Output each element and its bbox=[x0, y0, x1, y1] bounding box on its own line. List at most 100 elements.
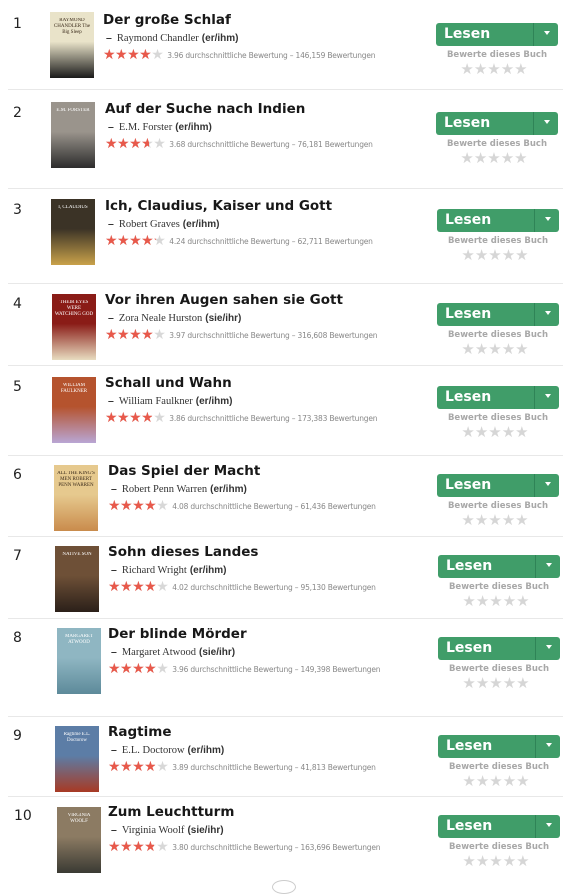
want-to-read-label: Lesen bbox=[444, 26, 491, 42]
rating-summary: 3.96 durchschnittliche Bewertung – 149,3… bbox=[172, 664, 381, 674]
rate-stars[interactable]: ★★★★★ bbox=[433, 151, 555, 166]
author-name-link[interactable]: Robert Graves bbox=[119, 219, 180, 230]
book-cover[interactable]: Ragtime E.L. Doctorow bbox=[55, 726, 99, 792]
book-rank: 1 bbox=[13, 16, 22, 32]
book-cover[interactable]: RAYMOND CHANDLER The Big Sleep bbox=[50, 12, 94, 78]
author-name-link[interactable]: William Faulkner bbox=[119, 396, 193, 407]
author-dash: – bbox=[108, 312, 114, 324]
caret-down-icon[interactable] bbox=[545, 482, 551, 486]
book-rating: ★★★★★★★★★★3.86 durchschnittliche Bewertu… bbox=[105, 411, 377, 425]
want-to-read-label: Lesen bbox=[445, 477, 492, 493]
want-to-read-button[interactable]: Lesen bbox=[438, 637, 560, 660]
rate-stars[interactable]: ★★★★★ bbox=[434, 425, 556, 440]
star-icon-row-filled: ★★★★★ bbox=[105, 328, 153, 342]
book-cover[interactable]: E.M. FORSTER bbox=[51, 102, 95, 168]
caret-down-icon[interactable] bbox=[545, 394, 551, 398]
caret-down-icon[interactable] bbox=[546, 743, 552, 747]
book-title-link[interactable]: Ich, Claudius, Kaiser und Gott bbox=[105, 198, 332, 214]
want-to-read-label: Lesen bbox=[446, 818, 493, 834]
rate-this-book-label: Bewerte dieses Buch bbox=[448, 762, 550, 772]
book-rating: ★★★★★★★★★★3.89 durchschnittliche Bewertu… bbox=[108, 760, 376, 774]
book-row: 10 VIRGINIA WOOLF Zum Leuchtturm – Virginia … bbox=[0, 802, 571, 882]
caret-down-icon[interactable] bbox=[546, 645, 552, 649]
book-cover[interactable]: WILLIAM FAULKNER bbox=[52, 377, 96, 443]
button-divider bbox=[534, 209, 535, 232]
want-to-read-button[interactable]: Lesen bbox=[438, 555, 560, 578]
author-name-link[interactable]: E.M. Forster bbox=[119, 122, 172, 133]
button-divider bbox=[535, 637, 536, 660]
row-divider bbox=[8, 716, 563, 717]
book-author-line: – E.M. Forster (er/ihm) bbox=[108, 121, 212, 133]
want-to-read-button[interactable]: Lesen bbox=[436, 23, 558, 46]
author-name-link[interactable]: Robert Penn Warren bbox=[122, 484, 207, 495]
author-name-link[interactable]: Virginia Woolf bbox=[122, 825, 185, 836]
book-cover-text: THEIR EYES WERE WATCHING GOD bbox=[54, 300, 94, 317]
button-divider bbox=[534, 386, 535, 409]
author-dash: – bbox=[108, 218, 114, 230]
author-name-link[interactable]: Zora Neale Hurston bbox=[119, 313, 202, 324]
book-rank: 10 bbox=[14, 808, 32, 824]
rate-this-book-label: Bewerte dieses Buch bbox=[447, 330, 549, 340]
rating-summary: 3.96 durchschnittliche Bewertung – 146,1… bbox=[167, 50, 376, 60]
book-title-link[interactable]: Der blinde Mörder bbox=[108, 626, 247, 642]
author-name-link[interactable]: Raymond Chandler bbox=[117, 33, 199, 44]
want-to-read-button[interactable]: Lesen bbox=[436, 112, 558, 135]
rate-stars[interactable]: ★★★★★ bbox=[434, 342, 556, 357]
rate-stars[interactable]: ★★★★★ bbox=[435, 676, 557, 691]
want-to-read-button[interactable]: Lesen bbox=[437, 303, 559, 326]
star-icon-row-filled: ★★★★★ bbox=[105, 137, 150, 151]
avg-rating-stars: ★★★★★★★★★★ bbox=[108, 760, 169, 774]
author-dash: – bbox=[111, 646, 117, 658]
rate-this-book-label: Bewerte dieses Buch bbox=[447, 501, 549, 511]
book-title-link[interactable]: Sohn dieses Landes bbox=[108, 544, 258, 560]
book-cover[interactable]: MARGARET ATWOOD bbox=[57, 628, 101, 694]
want-to-read-button[interactable]: Lesen bbox=[437, 209, 559, 232]
author-name-link[interactable]: Margaret Atwood bbox=[122, 647, 196, 658]
row-divider bbox=[8, 796, 563, 797]
rate-stars[interactable]: ★★★★★ bbox=[434, 513, 556, 528]
rate-stars[interactable]: ★★★★★ bbox=[434, 248, 556, 263]
book-title-link[interactable]: Auf der Suche nach Indien bbox=[105, 101, 305, 117]
book-cover-text: Ragtime E.L. Doctorow bbox=[63, 732, 91, 743]
rate-stars[interactable]: ★★★★★ bbox=[433, 62, 555, 77]
want-to-read-button[interactable]: Lesen bbox=[437, 386, 559, 409]
rate-stars[interactable]: ★★★★★ bbox=[435, 594, 557, 609]
book-rating: ★★★★★★★★★★3.97 durchschnittliche Bewertu… bbox=[105, 328, 377, 342]
book-title-link[interactable]: Vor ihren Augen sahen sie Gott bbox=[105, 292, 343, 308]
bottom-scroll-indicator bbox=[272, 880, 296, 894]
caret-down-icon[interactable] bbox=[545, 311, 551, 315]
caret-down-icon[interactable] bbox=[546, 823, 552, 827]
caret-down-icon[interactable] bbox=[544, 120, 550, 124]
book-cover[interactable]: I, CLAUDIUS bbox=[51, 199, 95, 265]
author-dash: – bbox=[111, 564, 117, 576]
want-to-read-label: Lesen bbox=[446, 558, 493, 574]
want-to-read-button[interactable]: Lesen bbox=[437, 474, 559, 497]
book-cover[interactable]: VIRGINIA WOOLF bbox=[57, 807, 101, 873]
author-name-link[interactable]: Richard Wright bbox=[122, 565, 187, 576]
avg-rating-stars: ★★★★★★★★★★ bbox=[105, 411, 166, 425]
rate-this-book-label: Bewerte dieses Buch bbox=[448, 664, 550, 674]
book-cover[interactable]: NATIVE SON bbox=[55, 546, 99, 612]
caret-down-icon[interactable] bbox=[544, 31, 550, 35]
rate-stars[interactable]: ★★★★★ bbox=[435, 854, 557, 869]
book-title-link[interactable]: Der große Schlaf bbox=[103, 12, 231, 28]
book-title-link[interactable]: Das Spiel der Macht bbox=[108, 463, 260, 479]
book-title-link[interactable]: Zum Leuchtturm bbox=[108, 804, 234, 820]
want-to-read-button[interactable]: Lesen bbox=[438, 735, 560, 758]
book-cover[interactable]: ALL THE KING'S MEN ROBERT PENN WARREN bbox=[54, 465, 98, 531]
rating-summary: 4.24 durchschnittliche Bewertung – 62,71… bbox=[169, 236, 373, 246]
book-cover-text: MARGARET ATWOOD bbox=[64, 634, 94, 645]
author-name-link[interactable]: E.L. Doctorow bbox=[122, 745, 185, 756]
book-title-link[interactable]: Schall und Wahn bbox=[105, 375, 232, 391]
want-to-read-button[interactable]: Lesen bbox=[438, 815, 560, 838]
book-cover-text: ALL THE KING'S MEN ROBERT PENN WARREN bbox=[57, 471, 95, 488]
book-rank: 4 bbox=[13, 296, 22, 312]
book-row: 4 THEIR EYES WERE WATCHING GOD Vor ihren A… bbox=[0, 290, 571, 366]
book-cover[interactable]: THEIR EYES WERE WATCHING GOD bbox=[52, 294, 96, 360]
caret-down-icon[interactable] bbox=[545, 217, 551, 221]
book-author-line: – Robert Penn Warren (er/ihm) bbox=[111, 483, 247, 495]
rate-stars[interactable]: ★★★★★ bbox=[435, 774, 557, 789]
book-title-link[interactable]: Ragtime bbox=[108, 724, 171, 740]
author-pronoun: (er/ihm) bbox=[175, 122, 212, 133]
caret-down-icon[interactable] bbox=[546, 563, 552, 567]
